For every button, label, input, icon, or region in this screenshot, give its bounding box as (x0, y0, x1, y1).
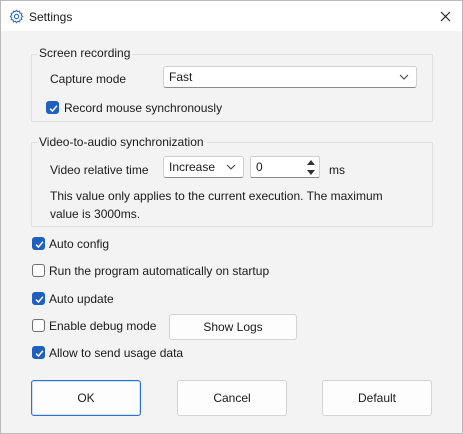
video-relative-time-label: Video relative time (50, 163, 149, 177)
title-bar: Settings (1, 1, 462, 31)
auto-config-label[interactable]: Auto config (49, 237, 109, 251)
chevron-down-icon (399, 74, 409, 80)
default-button[interactable]: Default (322, 380, 432, 416)
record-mouse-checkbox[interactable] (46, 101, 59, 114)
checkmark-icon (35, 296, 44, 304)
usage-data-checkbox[interactable] (32, 346, 45, 359)
direction-value: Increase (169, 160, 216, 174)
video-audio-sync-group-title: Video-to-audio synchronization (37, 135, 206, 149)
capture-mode-value: Fast (169, 70, 193, 84)
decrement-button[interactable] (305, 168, 317, 176)
window-title: Settings (29, 10, 73, 24)
sync-note: This value only applies to the current e… (50, 189, 383, 221)
show-logs-button[interactable]: Show Logs (169, 314, 297, 340)
close-icon (440, 11, 451, 21)
direction-select[interactable]: Increase (163, 156, 244, 178)
arrow-up-icon (307, 159, 315, 165)
capture-mode-label: Capture mode (50, 72, 127, 86)
unit-label: ms (329, 163, 345, 177)
checkmark-icon (35, 350, 44, 358)
debug-mode-checkbox[interactable] (32, 319, 45, 332)
record-mouse-label[interactable]: Record mouse synchronously (64, 101, 222, 115)
gear-icon (9, 9, 24, 24)
checkmark-icon (49, 105, 58, 113)
checkmark-icon (35, 241, 44, 249)
ok-button[interactable]: OK (31, 380, 141, 416)
increment-button[interactable] (305, 158, 317, 166)
auto-config-checkbox[interactable] (32, 237, 45, 250)
run-on-startup-label[interactable]: Run the program automatically on startup (49, 264, 269, 278)
usage-data-label[interactable]: Allow to send usage data (49, 346, 183, 360)
screen-recording-group-title: Screen recording (37, 46, 133, 60)
auto-update-checkbox[interactable] (32, 292, 45, 305)
debug-mode-label[interactable]: Enable debug mode (49, 319, 156, 333)
offset-spinbox[interactable]: 0 (250, 156, 320, 178)
settings-dialog: Settings Screen recording Capture mode F… (0, 0, 463, 434)
auto-update-label[interactable]: Auto update (49, 292, 114, 306)
arrow-down-icon (307, 169, 315, 175)
chevron-down-icon (226, 164, 236, 170)
run-on-startup-checkbox[interactable] (32, 264, 45, 277)
cancel-button[interactable]: Cancel (177, 380, 287, 416)
close-button[interactable] (429, 1, 462, 31)
offset-value: 0 (256, 160, 263, 174)
capture-mode-select[interactable]: Fast (163, 66, 417, 88)
